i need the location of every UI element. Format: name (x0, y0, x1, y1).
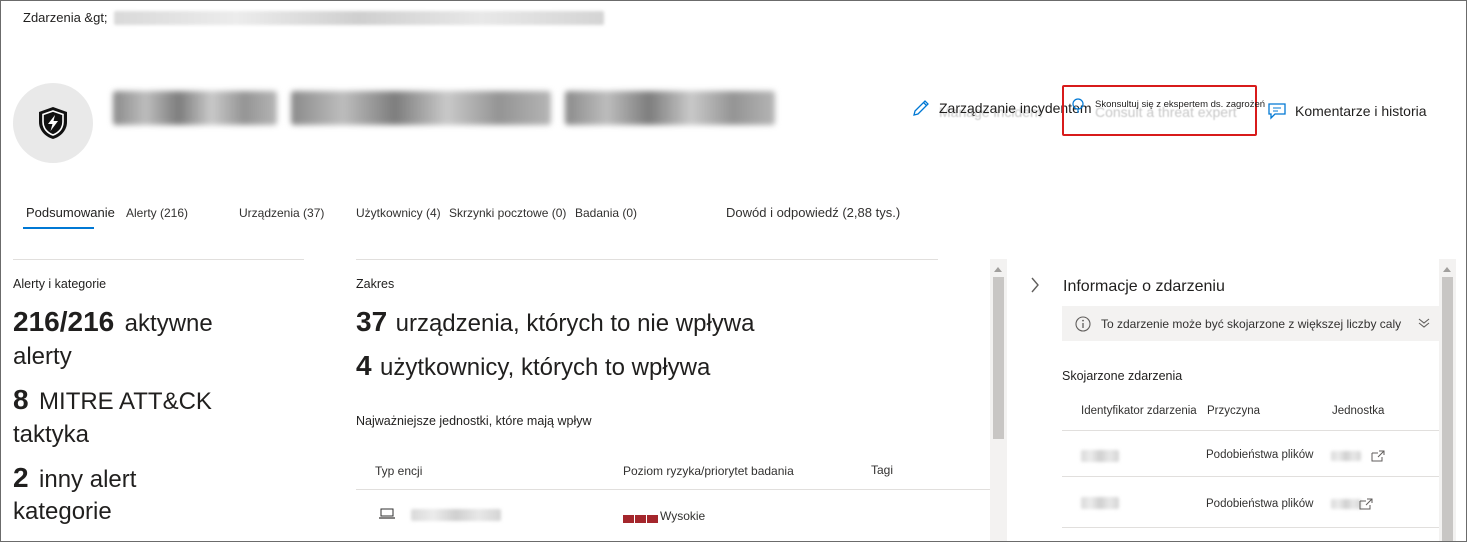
incident-avatar (13, 83, 93, 163)
users-scope-text: użytkownicy, których to wpływa (380, 354, 711, 381)
other-categories-count: 2 (13, 462, 29, 493)
reason-value: Podobieństwa plików (1206, 449, 1314, 461)
active-alerts-text: aktywne (124, 310, 213, 337)
correlated-incidents-title: Skojarzone zdarzenia (1062, 369, 1183, 383)
other-categories-text-cont: kategorie (13, 498, 112, 525)
users-scope-count: 4 (356, 350, 372, 381)
tab-devices[interactable]: Urządzenia (37) (239, 206, 324, 220)
users-scope-stat: 4 użytkownicy, których to wpływa (356, 350, 710, 382)
chevron-right-icon[interactable] (1030, 277, 1040, 293)
scroll-up-arrow[interactable] (1443, 267, 1451, 272)
scroll-thumb[interactable] (993, 277, 1004, 439)
tab-alerts[interactable]: Alerty (216) (126, 206, 188, 220)
scope-panel-divider (356, 259, 938, 260)
tab-evidence-response[interactable]: Dowód i odpowiedź (2,88 tys.) (726, 205, 900, 220)
entity-redacted (1331, 499, 1361, 509)
devices-scope-text: urządzenia, których to nie wpływa (395, 310, 755, 337)
tab-bar: Podsumowanie Alerty (216) Urządzenia (37… (1, 205, 1466, 231)
open-external-icon[interactable] (1371, 450, 1385, 462)
col-reason[interactable]: Przyczyna (1207, 405, 1260, 417)
info-icon (1075, 315, 1091, 332)
laptop-icon (379, 508, 395, 519)
incident-title-redacted (113, 91, 775, 125)
col-risk-level[interactable]: Poziom ryzyka/priorytet badania (623, 464, 794, 478)
mitre-tactics-count: 8 (13, 384, 29, 415)
scroll-thumb[interactable] (1442, 277, 1453, 541)
scope-scrollbar[interactable] (990, 259, 1007, 541)
col-incident-id[interactable]: Identyfikator zdarzenia (1081, 405, 1197, 417)
active-tab-indicator (23, 227, 94, 229)
tab-users[interactable]: Użytkownicy (4) (356, 206, 441, 220)
comments-history-button[interactable]: Komentarze i historia (1267, 102, 1427, 120)
tab-investigations[interactable]: Badania (0) (575, 206, 637, 220)
mitre-tactics-text-cont: taktyka (13, 421, 90, 448)
active-alerts-count: 216/216 (13, 306, 115, 337)
devices-scope-stat: 37 urządzenia, których to nie wpływa (356, 306, 754, 338)
correlation-banner[interactable]: To zdarzenie może być skojarzone z więks… (1062, 306, 1440, 341)
incident-page: Zdarzenia &gt; Manage incident Zarządzan… (0, 0, 1467, 542)
open-external-icon[interactable] (1359, 498, 1373, 510)
other-categories-text: inny alert (39, 466, 137, 493)
mitre-tactics-stat: 8 MITRE ATT&CK (13, 384, 212, 416)
table-row[interactable]: Podobieństwa plików (1062, 477, 1439, 527)
col-tags[interactable]: Tagi (871, 463, 893, 477)
breadcrumb: Zdarzenia &gt; (23, 10, 604, 25)
info-scrollbar[interactable] (1439, 259, 1456, 541)
table-row[interactable]: Wysokie (356, 496, 990, 536)
col-entity[interactable]: Jednostka (1332, 405, 1384, 417)
alerts-panel-title: Alerty i kategorie (13, 277, 107, 291)
incident-id-redacted (1081, 450, 1119, 462)
mitre-tactics-text: MITRE ATT&CK (39, 388, 212, 415)
active-alerts-stat: 216/216 aktywne (13, 306, 213, 338)
devices-scope-count: 37 (356, 306, 388, 337)
tab-mailboxes[interactable]: Skrzynki pocztowe (0) (449, 206, 566, 220)
risk-indicator (623, 510, 659, 528)
correlation-banner-text: To zdarzenie może być skojarzone z więks… (1101, 316, 1402, 331)
tab-summary[interactable]: Podsumowanie (26, 205, 115, 220)
comment-icon (1268, 103, 1286, 120)
chevron-down-icon[interactable] (1418, 317, 1430, 329)
alerts-panel-divider (13, 259, 304, 260)
scope-panel-title: Zakres (356, 277, 395, 291)
scroll-up-arrow[interactable] (994, 267, 1002, 272)
entities-header-divider (356, 489, 990, 490)
breadcrumb-root[interactable]: Zdarzenia &gt; (23, 10, 108, 25)
correlated-row-divider (1062, 527, 1439, 528)
comments-history-label: Komentarze i historia (1295, 103, 1427, 119)
top-entities-title: Najważniejsze jednostki, które mają wpły… (356, 414, 592, 428)
breadcrumb-redacted (113, 10, 604, 25)
consult-expert-highlight[interactable] (1062, 85, 1257, 136)
col-entity-type[interactable]: Typ encji (375, 464, 422, 478)
active-alerts-text-cont: alerty (13, 343, 72, 370)
risk-level-value: Wysokie (660, 509, 706, 523)
incident-info-title: Informacje o zdarzeniu (1063, 278, 1225, 295)
consult-expert-tooltip: Skonsultuj się z ekspertem ds. zagrożeń (1095, 99, 1266, 110)
entity-name-redacted (411, 509, 501, 521)
shield-lightning-icon (39, 107, 67, 139)
other-categories-stat: 2 inny alert (13, 462, 136, 494)
entity-redacted (1331, 451, 1361, 461)
pencil-icon (913, 100, 929, 116)
incident-id-redacted (1081, 497, 1119, 509)
reason-value: Podobieństwa plików (1206, 498, 1314, 510)
table-row[interactable]: Podobieństwa plików (1062, 431, 1439, 476)
